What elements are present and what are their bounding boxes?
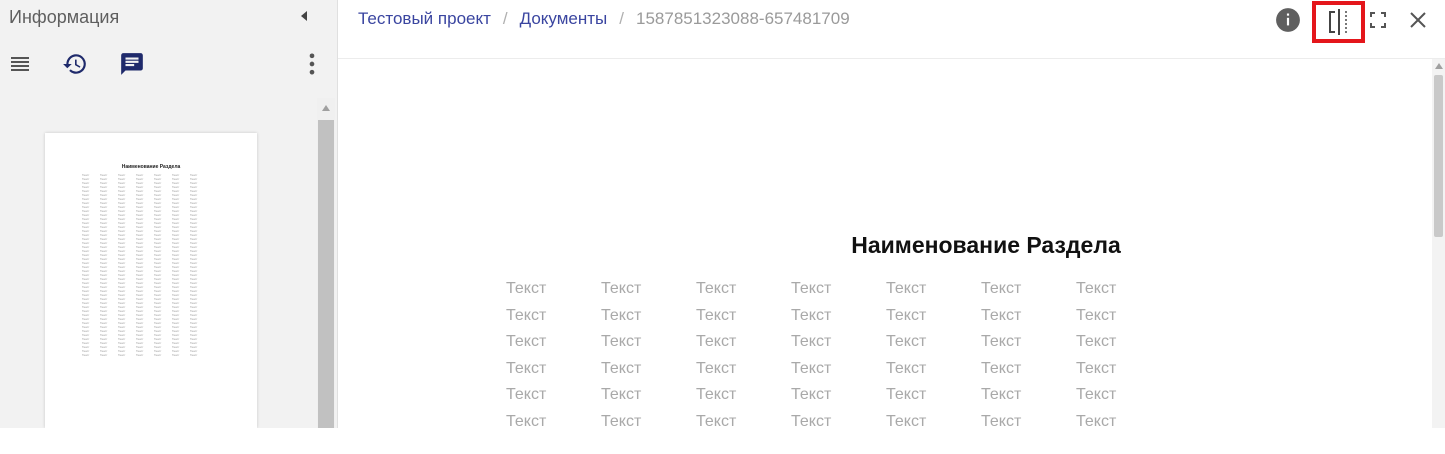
history-icon[interactable]	[61, 50, 89, 78]
thumbnail-text-grid: Текст Текст Текст Текст Текст Текст Текст Текст…	[82, 173, 204, 357]
doc-scroll-up-arrow-icon[interactable]	[1432, 59, 1445, 73]
list-icon[interactable]	[6, 50, 34, 78]
thumbnail-cell: Текст	[118, 353, 126, 357]
document-cell: Текст	[1076, 280, 1117, 297]
document-cell: Текст	[506, 306, 547, 324]
document-cell: Текст	[981, 359, 1022, 377]
document-cell: Текст	[886, 359, 927, 377]
info-sidebar: Информация Наименование Раздела Текст Тек…	[0, 0, 338, 428]
document-cell: Текст	[601, 280, 642, 297]
document-cell: Текст	[791, 280, 832, 297]
document-cell: Текст	[696, 333, 737, 351]
document-cell: Текст	[886, 386, 927, 404]
bottom-area	[0, 428, 1445, 454]
document-cell: Текст	[791, 359, 832, 377]
document-cell: Текст	[791, 306, 832, 324]
breadcrumb-separator: /	[502, 9, 508, 28]
document-cell: Текст	[696, 359, 737, 377]
header-divider	[338, 58, 1445, 59]
document-cell: Текст	[696, 306, 737, 324]
document-cell: Текст	[1076, 386, 1117, 404]
split-view-button[interactable]	[1312, 1, 1365, 43]
document-cell: Текст	[886, 306, 927, 324]
sidebar-title: Информация	[9, 7, 120, 27]
sidebar-scroll-thumb[interactable]	[318, 120, 334, 428]
document-cell: Текст	[981, 280, 1022, 297]
thumbnail-cell: Текст	[154, 353, 162, 357]
document-cell: Текст	[981, 306, 1022, 324]
document-cell: Текст	[601, 359, 642, 377]
thumbnail-cell: Текст	[136, 353, 144, 357]
document-cell: Текст	[696, 386, 737, 404]
document-cell: Текст	[791, 386, 832, 404]
document-scrollbar[interactable]	[1432, 59, 1445, 428]
document-cell: Текст	[506, 333, 547, 351]
thumbnail-cell: Текст	[82, 353, 90, 357]
document-cell: Текст	[791, 333, 832, 351]
document-cell: Текст	[1076, 306, 1117, 324]
close-icon[interactable]	[1404, 6, 1432, 34]
breadcrumb-documents[interactable]: Документы	[520, 9, 608, 28]
fullscreen-icon[interactable]	[1364, 6, 1392, 34]
document-cell: Текст	[506, 386, 547, 404]
document-cell: Текст	[506, 280, 547, 297]
document-cell: Текст	[886, 333, 927, 351]
document-cell: Текст	[696, 280, 737, 297]
document-cell: Текст	[601, 333, 642, 351]
page-thumbnail[interactable]: Наименование Раздела Текст Текст Текст Текс…	[45, 133, 257, 428]
thumbnail-cell: Текст	[190, 353, 198, 357]
thumbnail-cell: Текст	[172, 353, 180, 357]
breadcrumb: Тестовый проект / Документы / 1587851323088-…	[358, 9, 850, 29]
more-vert-icon[interactable]	[298, 50, 326, 78]
thumbnail-title: Наименование Раздела	[121, 164, 181, 170]
document-cell: Текст	[506, 359, 547, 377]
document-scroll-thumb[interactable]	[1434, 75, 1443, 237]
split-view-icon	[1328, 9, 1347, 35]
document-cell: Текст	[601, 306, 642, 324]
document-cell: Текст	[981, 333, 1022, 351]
section-title: Наименование Раздела	[851, 232, 1121, 258]
document-cell: Текст	[981, 386, 1022, 404]
comment-icon[interactable]	[118, 50, 146, 78]
document-cell: Текст	[601, 386, 642, 404]
breadcrumb-project[interactable]: Тестовый проект	[358, 9, 491, 28]
document-cell: Текст	[1076, 333, 1117, 351]
thumbnail-cell: Текст	[100, 353, 108, 357]
collapse-sidebar-icon[interactable]	[297, 8, 311, 24]
sidebar-scrollbar[interactable]	[317, 98, 335, 428]
document-cell: Текст	[886, 280, 927, 297]
document-text-grid: Текст Текст Текст Текст Текст Текст Текст Текст…	[506, 276, 1171, 436]
scroll-up-arrow-icon[interactable]	[317, 98, 335, 118]
breadcrumb-separator: /	[619, 9, 624, 28]
document-cell: Текст	[1076, 359, 1117, 377]
breadcrumb-current: 1587851323088-657481709	[636, 9, 850, 28]
info-icon[interactable]	[1274, 6, 1302, 34]
